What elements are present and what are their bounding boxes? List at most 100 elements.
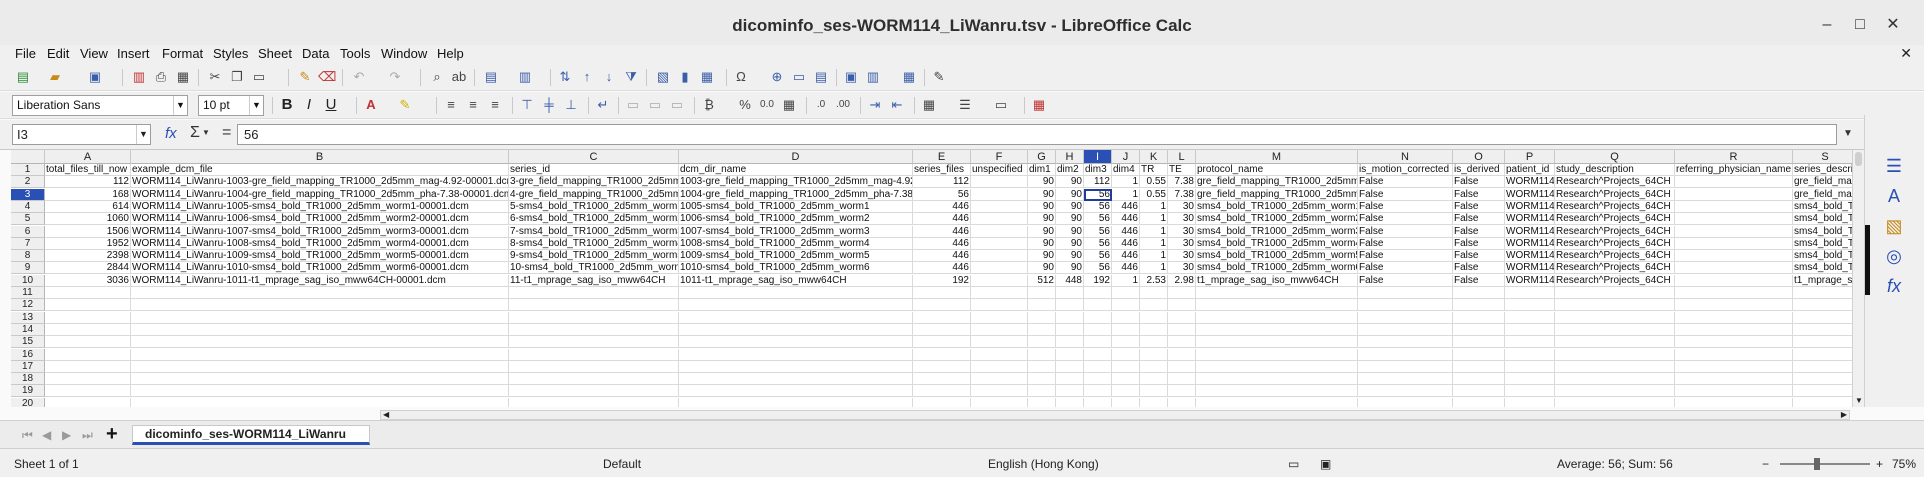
cell-I20[interactable] [1084,397,1112,407]
cell-E7[interactable]: 446 [913,237,971,250]
cell-R8[interactable] [1675,250,1793,263]
cell-G13[interactable] [1028,311,1056,324]
cell-A13[interactable] [45,311,131,324]
cell-K8[interactable]: 1 [1140,250,1168,263]
cell-E13[interactable] [913,311,971,324]
cell-F14[interactable] [971,323,1028,336]
cell-F16[interactable] [971,348,1028,361]
cell-H19[interactable] [1056,385,1084,398]
cell-G14[interactable] [1028,323,1056,336]
cell-J1[interactable]: dim4 [1112,164,1140,176]
cell-K19[interactable] [1140,385,1168,398]
cell-Q7[interactable]: Research^Projects_64CH [1555,237,1675,250]
cell-L11[interactable] [1168,287,1196,299]
cell-S17[interactable] [1793,361,1852,373]
cell-M4[interactable]: sms4_bold_TR1000_2d5mm_worm1 [1196,200,1358,213]
cell-P9[interactable]: WORM114 [1505,262,1555,275]
cell-Q14[interactable] [1555,323,1675,336]
sort-descending-icon[interactable]: ↓ [600,68,618,86]
cell-L9[interactable]: 30 [1168,262,1196,275]
cell-G1[interactable]: dim1 [1028,164,1056,176]
column-header-D[interactable]: D [679,150,913,164]
cell-C14[interactable] [509,323,679,336]
cell-R15[interactable] [1675,336,1793,349]
formula-icon[interactable]: = [222,124,231,142]
cell-P6[interactable]: WORM114 [1505,225,1555,238]
cell-H2[interactable]: 90 [1056,176,1084,189]
cell-R19[interactable] [1675,385,1793,398]
cell-G5[interactable]: 90 [1028,213,1056,226]
cell-D9[interactable]: 1010-sms4_bold_TR1000_2d5mm_worm6 [679,262,913,275]
cell-F9[interactable] [971,262,1028,275]
cell-C13[interactable] [509,311,679,324]
cell-D11[interactable] [679,287,913,299]
cell-N2[interactable]: False [1358,176,1453,189]
cell-L2[interactable]: 7.38 [1168,176,1196,189]
cell-H15[interactable] [1056,336,1084,349]
vertical-scroll-thumb[interactable] [1855,152,1862,166]
cell-K11[interactable] [1140,287,1168,299]
cell-D15[interactable] [679,336,913,349]
cell-L15[interactable] [1168,336,1196,349]
cell-H12[interactable] [1056,299,1084,312]
cell-A5[interactable]: 1060 [45,213,131,226]
cell-I15[interactable] [1084,336,1112,349]
cell-O1[interactable]: is_derived [1453,164,1505,176]
cell-F13[interactable] [971,311,1028,324]
cell-I18[interactable] [1084,373,1112,386]
cell-N12[interactable] [1358,299,1453,312]
cell-M18[interactable] [1196,373,1358,386]
cell-R20[interactable] [1675,397,1793,407]
cell-A14[interactable] [45,323,131,336]
cell-L12[interactable] [1168,299,1196,312]
cell-C20[interactable] [509,397,679,407]
cell-O2[interactable]: False [1453,176,1505,189]
cell-G12[interactable] [1028,299,1056,312]
cell-A6[interactable]: 1506 [45,225,131,238]
cell-H14[interactable] [1056,323,1084,336]
cell-P11[interactable] [1505,287,1555,299]
cell-A20[interactable] [45,397,131,407]
cell-D12[interactable] [679,299,913,312]
cell-B18[interactable] [131,373,509,386]
language[interactable]: English (Hong Kong) [988,457,1099,471]
cell-K18[interactable] [1140,373,1168,386]
row-header-18[interactable]: 18 [11,373,45,386]
cell-D3[interactable]: 1004-gre_field_mapping_TR1000_2d5mm_pha-… [679,188,913,201]
cell-M11[interactable] [1196,287,1358,299]
cell-B5[interactable]: WORM114_LiWanru-1006-sms4_bold_TR1000_2d… [131,213,509,226]
cell-P12[interactable] [1505,299,1555,312]
cell-G20[interactable] [1028,397,1056,407]
cell-C4[interactable]: 5-sms4_bold_TR1000_2d5mm_worm1 [509,200,679,213]
cell-G17[interactable] [1028,360,1056,373]
cell-M8[interactable]: sms4_bold_TR1000_2d5mm_worm5 [1196,250,1358,263]
open-folder-icon[interactable]: ▰ [46,68,64,86]
column-header-H[interactable]: H [1056,150,1084,164]
unmerge-cells-icon[interactable]: ▭ [646,96,664,114]
selection-mode-icon[interactable]: ▭ [1288,457,1299,471]
page-style[interactable]: Default [603,457,641,471]
cell-S19[interactable] [1793,385,1852,398]
cell-F10[interactable] [971,274,1028,287]
menu-file[interactable]: File [15,46,36,61]
sum-icon[interactable]: Σ [190,124,200,142]
cell-N3[interactable]: False [1358,188,1453,201]
cell-P2[interactable]: WORM114 [1505,176,1555,189]
cell-A8[interactable]: 2398 [45,250,131,263]
sort-ascending-icon[interactable]: ↑ [578,68,596,86]
cell-B8[interactable]: WORM114_LiWanru-1009-sms4_bold_TR1000_2d… [131,250,509,263]
cell-A1[interactable]: total_files_till_now [45,164,131,176]
row-header-20[interactable]: 20 [11,397,45,407]
zoom-slider-knob[interactable] [1814,458,1820,470]
cell-C7[interactable]: 8-sms4_bold_TR1000_2d5mm_worm4 [509,237,679,250]
cell-D5[interactable]: 1006-sms4_bold_TR1000_2d5mm_worm2 [679,213,913,226]
cell-O8[interactable]: False [1453,250,1505,263]
cell-N9[interactable]: False [1358,262,1453,275]
cell-E11[interactable] [913,287,971,299]
borders-icon[interactable]: ▦ [920,96,938,114]
merge-cells-icon[interactable]: ▭ [624,96,642,114]
cell-H16[interactable] [1056,348,1084,361]
center-vertically-icon[interactable]: ╪ [540,96,558,114]
conditional-format-icon[interactable]: ▦ [1030,96,1048,114]
cell-E16[interactable] [913,348,971,361]
